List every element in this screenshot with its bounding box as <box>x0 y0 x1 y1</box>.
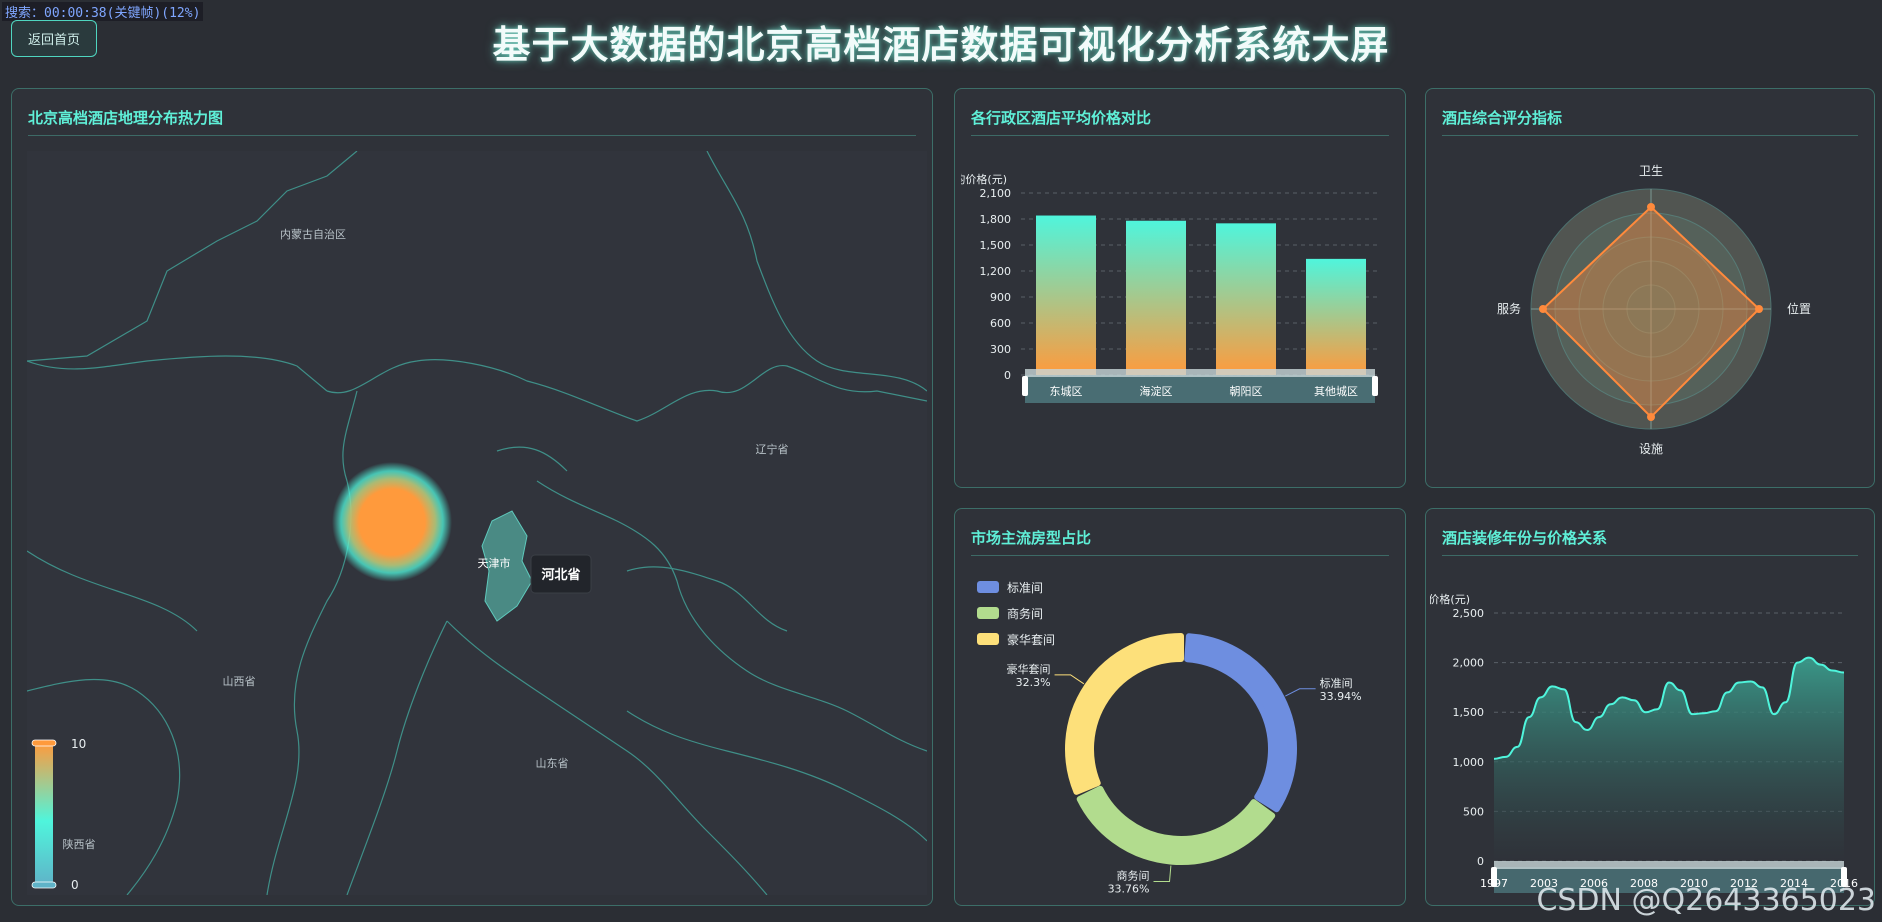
bar-zoom-track <box>1025 369 1375 377</box>
bar-y-tick: 300 <box>990 343 1011 356</box>
heat-spot <box>332 462 452 582</box>
bar-y-tick: 900 <box>990 291 1011 304</box>
area-y-tick: 2,000 <box>1453 657 1485 670</box>
bar-y-tick: 1,500 <box>980 239 1012 252</box>
pie-slice-name: 标准间 <box>1320 676 1353 690</box>
bar[interactable] <box>1306 258 1366 375</box>
watermark: CSDN @Q2643365023 <box>1536 883 1876 918</box>
map-label-liaoning: 辽宁省 <box>756 442 789 456</box>
radar-indicator-label: 卫生 <box>1639 164 1663 178</box>
area-y-tick: 1,000 <box>1453 756 1485 769</box>
radar-indicator-label: 位置 <box>1787 301 1811 316</box>
pie-legend-label[interactable]: 标准间 <box>1007 581 1043 595</box>
pie-legend-label[interactable]: 豪华套间 <box>1007 632 1055 647</box>
pie-legend-swatch[interactable] <box>977 633 999 645</box>
bar-y-tick: 1,800 <box>980 213 1012 226</box>
area-zoom-track <box>1494 861 1844 869</box>
radar-indicator-label: 服务 <box>1497 301 1521 316</box>
divider <box>1442 555 1858 556</box>
area-y-tick: 0 <box>1477 855 1484 868</box>
pie-slice[interactable] <box>1076 785 1276 865</box>
pie-label-line <box>1153 865 1172 883</box>
bar[interactable] <box>1216 223 1276 375</box>
heat-legend-max: 10 <box>71 737 86 751</box>
pie-legend-swatch[interactable] <box>977 607 999 619</box>
radar-chart[interactable]: 卫生位置设施 服务 <box>1426 149 1876 489</box>
pie-slice-percent: 32.3% <box>1016 676 1051 689</box>
heat-legend-handle-bottom[interactable] <box>31 881 57 889</box>
map-panel: 北京高档酒店地理分布热力图 内蒙古自治区 辽宁省 天津市 山西省 山东省 陕西省… <box>11 88 933 906</box>
map-label-shanxi: 山西省 <box>223 675 256 688</box>
radar-panel: 酒店综合评分指标 卫生位置设施 服务 <box>1425 88 1875 488</box>
radar-point[interactable] <box>1755 305 1763 313</box>
map-label-shaanxi: 陕西省 <box>63 837 96 851</box>
heat-map[interactable]: 内蒙古自治区 辽宁省 天津市 山西省 山东省 陕西省 河北省 10 0 <box>27 151 927 895</box>
bar-y-axis-label: 均价格(元) <box>961 172 1007 186</box>
map-label-shandong: 山东省 <box>536 757 569 770</box>
area-panel-title: 酒店装修年份与价格关系 <box>1442 529 1608 547</box>
bar-x-tick: 其他城区 <box>1314 385 1358 398</box>
divider <box>28 135 916 136</box>
pie-slice-percent: 33.94% <box>1320 690 1362 703</box>
map-panel-title: 北京高档酒店地理分布热力图 <box>28 109 224 127</box>
pie-legend-swatch[interactable] <box>977 581 999 593</box>
page-title: 基于大数据的北京高档酒店数据可视化分析系统大屏 <box>492 23 1390 67</box>
bar-x-tick: 海淀区 <box>1140 384 1173 398</box>
map-background <box>27 151 927 895</box>
bar-panel: 各行政区酒店平均价格对比 均价格(元) 0 300 600 900 1,200 1,500… <box>954 88 1406 488</box>
bar-chart[interactable]: 均价格(元) 0 300 600 900 1,200 1,500 1,800 2,100 东城… <box>961 169 1401 489</box>
heat-legend-handle-top[interactable] <box>31 739 57 747</box>
map-tooltip-text: 河北省 <box>541 567 580 583</box>
bar-y-tick: 2,100 <box>980 187 1012 200</box>
pie-slice[interactable] <box>1184 633 1297 813</box>
pie-label-line <box>1285 688 1316 697</box>
pie-label-line <box>1054 674 1085 685</box>
bar-zoom-handle-left[interactable] <box>1022 376 1028 396</box>
area-chart[interactable]: 均价格(元) 05001,0001,5002,0002,500 19972003… <box>1430 589 1870 909</box>
divider <box>971 555 1389 556</box>
map-label-tianjin: 天津市 <box>478 556 511 570</box>
bar[interactable] <box>1036 215 1096 375</box>
area-panel: 酒店装修年份与价格关系 均价格(元) 0 500 1,000 1,500 2,000 2,… <box>1425 508 1875 906</box>
area-y-axis-label: 均价格(元) <box>1430 592 1470 606</box>
pie-legend-label[interactable]: 商务间 <box>1007 606 1043 621</box>
area-x-tick: 1997 <box>1480 877 1508 890</box>
bar-panel-title: 各行政区酒店平均价格对比 <box>971 109 1152 127</box>
area-y-tick: 500 <box>1463 805 1484 818</box>
divider <box>1442 135 1858 136</box>
radar-point[interactable] <box>1539 305 1547 313</box>
bar-x-tick: 东城区 <box>1050 385 1083 398</box>
donut-chart[interactable]: 标准间商务间豪华套间 标准间33.94%商务间33.76%豪华套间32.3% <box>955 559 1407 899</box>
bar-x-tick: 朝阳区 <box>1230 385 1263 398</box>
pie-slice-percent: 33.76% <box>1108 883 1150 896</box>
radar-point[interactable] <box>1647 203 1655 211</box>
heat-legend-bar[interactable] <box>35 743 53 885</box>
bar-y-tick: 600 <box>990 317 1011 330</box>
area-y-tick: 2,500 <box>1453 607 1485 620</box>
bar-zoom-handle-right[interactable] <box>1372 376 1378 396</box>
pie-panel: 市场主流房型占比 标准间 商务间 豪华套间 标准间 33.94% 商务间 33.76% 豪华… <box>954 508 1406 906</box>
divider <box>971 135 1389 136</box>
bar-y-tick: 1,200 <box>980 265 1012 278</box>
area-y-tick: 1,500 <box>1453 706 1485 719</box>
bar[interactable] <box>1126 220 1186 375</box>
radar-panel-title: 酒店综合评分指标 <box>1442 109 1563 127</box>
heat-legend-min: 0 <box>71 878 79 892</box>
radar-indicator-label: 设施 <box>1639 442 1663 456</box>
pie-slice[interactable] <box>1065 633 1184 795</box>
radar-point[interactable] <box>1647 413 1655 421</box>
bar-y-tick: 0 <box>1004 369 1011 382</box>
pie-slice-name: 商务间 <box>1117 869 1150 883</box>
pie-slice-name: 豪华套间 <box>1007 662 1051 676</box>
pie-panel-title: 市场主流房型占比 <box>971 529 1092 547</box>
map-label-neimenggu: 内蒙古自治区 <box>280 227 346 241</box>
